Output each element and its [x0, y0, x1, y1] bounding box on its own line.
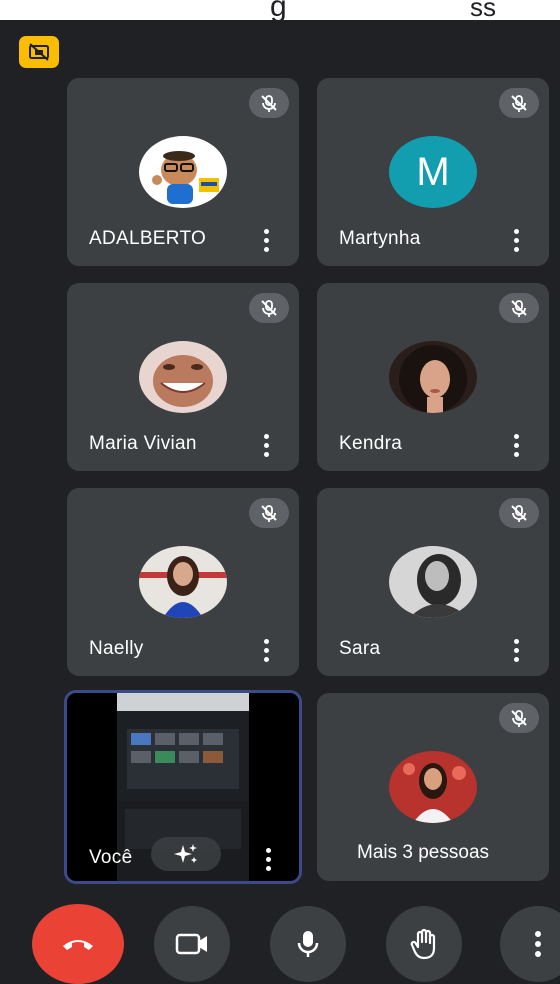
participant-tile[interactable]: Naelly — [67, 488, 299, 676]
participant-tile[interactable]: Sara — [317, 488, 549, 676]
camera-icon — [175, 933, 207, 955]
raise-hand-button[interactable] — [386, 906, 462, 982]
participant-name: ADALBERTO — [89, 228, 207, 249]
cartoon-avatar — [139, 136, 227, 208]
photo-avatar — [139, 341, 227, 413]
mic-off-icon — [499, 293, 539, 323]
participant-tile[interactable]: Maria Vivian — [67, 283, 299, 471]
more-options-button[interactable] — [261, 845, 275, 873]
more-options-button[interactable] — [509, 431, 523, 459]
more-people-pill[interactable]: Mais 3 pessoas — [339, 833, 508, 873]
participant-name: Kendra — [339, 433, 403, 454]
more-options-button[interactable] — [259, 636, 273, 664]
camera-button[interactable] — [154, 906, 230, 982]
mic-off-icon — [499, 703, 539, 733]
mic-off-icon — [249, 293, 289, 323]
more-options-button[interactable] — [259, 431, 273, 459]
letter-avatar: M — [389, 136, 477, 208]
more-options-button[interactable] — [259, 226, 273, 254]
self-view-tile[interactable]: Você — [64, 690, 302, 884]
participant-name: Naelly — [89, 638, 144, 659]
microphone-button[interactable] — [270, 906, 346, 982]
participant-name: Maria Vivian — [89, 433, 197, 454]
mic-off-icon — [499, 498, 539, 528]
hangup-button[interactable] — [32, 904, 124, 984]
meeting-title-trailing: ss — [470, 0, 496, 22]
photo-avatar — [389, 341, 477, 413]
microphone-icon — [297, 931, 319, 957]
self-name: Você — [89, 847, 133, 868]
photo-avatar — [389, 546, 477, 618]
participant-name: Martynha — [339, 228, 421, 249]
effects-button[interactable] — [151, 837, 221, 871]
phone-hangup-icon — [63, 940, 93, 950]
overflow-participants-tile[interactable]: A Mais 3 pessoas — [317, 693, 549, 881]
status-bar: g ss — [0, 0, 560, 23]
mic-off-icon — [249, 498, 289, 528]
sparkle-icon — [174, 844, 197, 863]
participant-tile[interactable]: Kendra — [317, 283, 549, 471]
participant-tile[interactable]: M Martynha — [317, 78, 549, 266]
mic-off-icon — [499, 88, 539, 118]
photo-avatar — [389, 751, 477, 823]
hand-icon — [410, 928, 436, 960]
meeting-title-fragment: g — [270, 0, 287, 23]
participant-tile[interactable]: ADALBERTO — [67, 78, 299, 266]
cast-off-icon — [29, 43, 49, 61]
no-cast-badge[interactable] — [19, 36, 59, 68]
participant-name: Sara — [339, 638, 381, 659]
photo-avatar — [139, 546, 227, 618]
more-options-button[interactable] — [509, 636, 523, 664]
more-options-button[interactable] — [509, 226, 523, 254]
call-controls — [0, 890, 560, 984]
more-vert-icon — [535, 931, 541, 957]
mic-off-icon — [249, 88, 289, 118]
more-options-toolbar-button[interactable] — [500, 906, 560, 982]
